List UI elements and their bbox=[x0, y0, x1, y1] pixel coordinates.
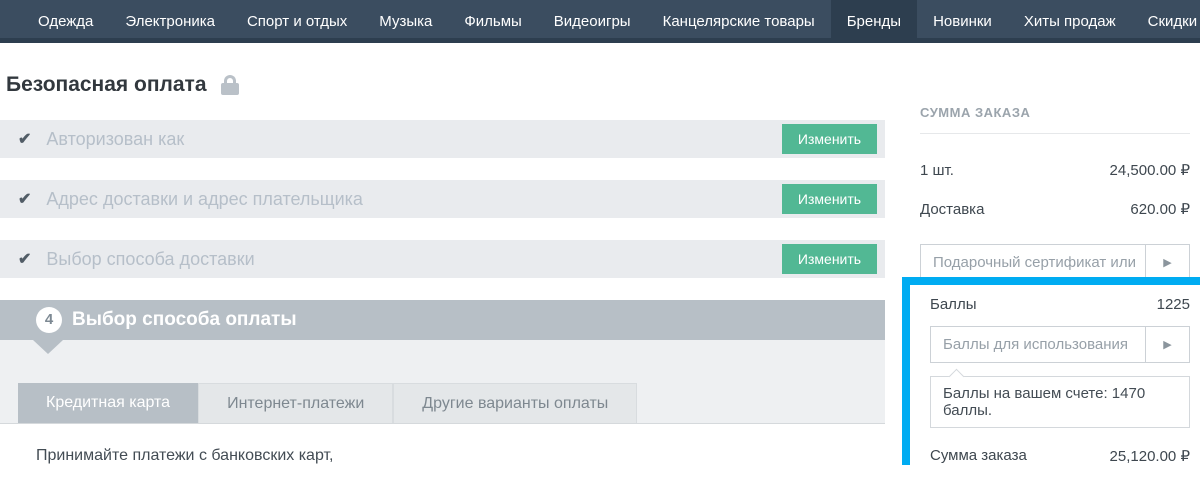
points-row: Баллы 1225 bbox=[930, 296, 1190, 313]
change-shipping-button[interactable]: Изменить bbox=[782, 244, 877, 274]
checkout-main: Безопасная оплата ✔ Авторизован как Изме… bbox=[0, 43, 885, 484]
lock-icon bbox=[221, 75, 239, 95]
apply-gift-button[interactable]: ▶ bbox=[1145, 245, 1189, 280]
items-price: 24,500.00 ₽ bbox=[1110, 161, 1190, 179]
nav-item-music[interactable]: Музыка bbox=[363, 0, 448, 43]
step-shipping-row: ✔ Выбор способа доставки Изменить bbox=[0, 240, 885, 278]
order-total-row: Сумма заказа 25,120.00 ₽ bbox=[930, 447, 1190, 465]
nav-item-sport[interactable]: Спорт и отдых bbox=[231, 0, 363, 43]
step-address-label: Адрес доставки и адрес плательщика bbox=[46, 189, 363, 210]
check-icon: ✔ bbox=[18, 129, 31, 149]
top-nav: Одежда Электроника Спорт и отдых Музыка … bbox=[0, 0, 1200, 43]
nav-item-new[interactable]: Новинки bbox=[917, 0, 1008, 43]
nav-item-movies[interactable]: Фильмы bbox=[448, 0, 537, 43]
page-title-row: Безопасная оплата bbox=[6, 73, 885, 97]
items-count-label: 1 шт. bbox=[920, 162, 954, 179]
nav-item-bestsellers[interactable]: Хиты продаж bbox=[1008, 0, 1132, 43]
apply-points-button[interactable]: ▶ bbox=[1145, 327, 1189, 362]
nav-item-stationery[interactable]: Канцелярские товары bbox=[647, 0, 831, 43]
summary-divider bbox=[920, 133, 1190, 134]
shipping-label: Доставка bbox=[920, 201, 984, 218]
order-summary: СУММА ЗАКАЗА 1 шт. 24,500.00 ₽ Доставка … bbox=[920, 43, 1190, 281]
credit-card-intro-text: Принимайте платежи с банковских карт, bbox=[36, 447, 885, 465]
step-number-badge: 4 bbox=[36, 307, 62, 333]
tab-panel-credit-card: Принимайте платежи с банковских карт, bbox=[0, 424, 885, 484]
shipping-price: 620.00 ₽ bbox=[1130, 200, 1190, 218]
step-shipping-label: Выбор способа доставки bbox=[46, 249, 254, 270]
nav-item-electronics[interactable]: Электроника bbox=[109, 0, 231, 43]
order-summary-title: СУММА ЗАКАЗА bbox=[920, 105, 1190, 120]
nav-item-brands[interactable]: Бренды bbox=[831, 0, 917, 43]
order-total-value: 25,120.00 ₽ bbox=[1110, 447, 1190, 465]
gift-certificate-field: ▶ bbox=[920, 244, 1190, 281]
change-address-button[interactable]: Изменить bbox=[782, 184, 877, 214]
summary-shipping-row: Доставка 620.00 ₽ bbox=[920, 200, 1190, 218]
payment-section: Кредитная карта Интернет-платежи Другие … bbox=[0, 340, 885, 484]
points-label: Баллы bbox=[930, 296, 976, 313]
check-icon: ✔ bbox=[18, 189, 31, 209]
points-balance-note: Баллы на вашем счете: 1470 баллы. bbox=[930, 376, 1190, 428]
payment-tabs: Кредитная карта Интернет-платежи Другие … bbox=[0, 383, 885, 424]
check-icon: ✔ bbox=[18, 249, 31, 269]
step-address-row: ✔ Адрес доставки и адрес плательщика Изм… bbox=[0, 180, 885, 218]
points-field: ▶ bbox=[930, 326, 1190, 363]
points-value: 1225 bbox=[1157, 296, 1190, 313]
tab-credit-card[interactable]: Кредитная карта bbox=[18, 383, 198, 423]
payment-step-header: 4 Выбор способа оплаты bbox=[0, 300, 885, 340]
step-authorized-label: Авторизован как bbox=[46, 129, 184, 150]
change-auth-button[interactable]: Изменить bbox=[782, 124, 877, 154]
points-highlight-box: Баллы 1225 ▶ Баллы на вашем счете: 1470 … bbox=[902, 277, 1200, 465]
step-authorized-row: ✔ Авторизован как Изменить bbox=[0, 120, 885, 158]
tab-internet-payments[interactable]: Интернет-платежи bbox=[198, 383, 393, 423]
step-pointer bbox=[33, 340, 63, 354]
page-title: Безопасная оплата bbox=[6, 73, 207, 97]
nav-item-videogames[interactable]: Видеоигры bbox=[538, 0, 647, 43]
order-total-label: Сумма заказа bbox=[930, 447, 1027, 465]
summary-items-row: 1 шт. 24,500.00 ₽ bbox=[920, 161, 1190, 179]
tab-other-payments[interactable]: Другие варианты оплаты bbox=[393, 383, 637, 423]
payment-step-title: Выбор способа оплаты bbox=[72, 309, 297, 331]
nav-item-discounts[interactable]: Скидки bbox=[1132, 0, 1200, 43]
nav-item-clothing[interactable]: Одежда bbox=[22, 0, 109, 43]
